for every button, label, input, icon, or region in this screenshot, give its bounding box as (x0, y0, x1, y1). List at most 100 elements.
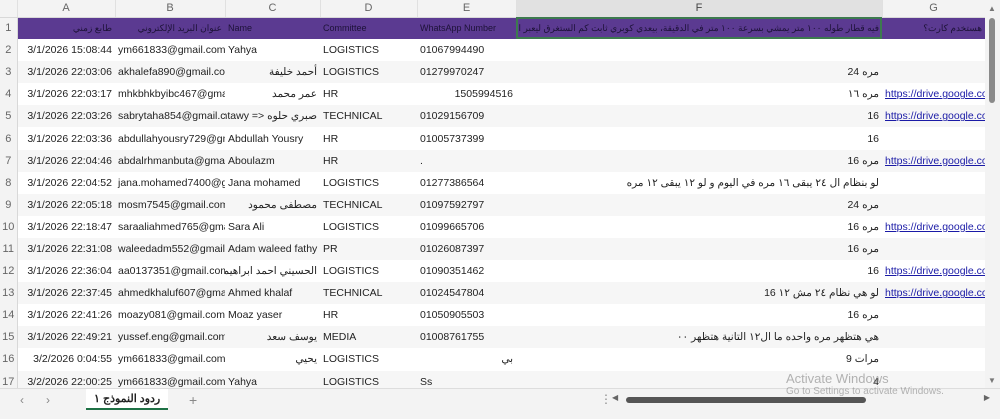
cell-g[interactable] (882, 61, 985, 84)
cell-d[interactable]: LOGISTICS (320, 61, 417, 84)
row-number[interactable]: 5 (0, 105, 18, 128)
cell-g[interactable]: https://drive.google.com (882, 149, 985, 172)
header-cell[interactable]: هستخدم كارت؟ (882, 17, 985, 40)
header-cell[interactable]: عنوان البريد الإلكتروني (115, 17, 225, 40)
cell-g[interactable] (882, 172, 985, 194)
cell-c[interactable]: Jana mohamed (225, 172, 320, 194)
row-number[interactable]: 7 (0, 149, 18, 172)
cell-f[interactable]: 16 (516, 127, 882, 149)
cell-e[interactable]: Ss (417, 370, 516, 388)
scrollbar-thumb[interactable] (626, 397, 866, 403)
cell-a[interactable]: 3/1/2026 22:49:21 (17, 326, 115, 349)
cell-c[interactable]: عمر محمد (225, 83, 320, 105)
column-header-b[interactable]: B (115, 0, 226, 18)
cell-d[interactable]: LOGISTICS (320, 39, 417, 61)
select-all-corner[interactable] (0, 0, 18, 18)
column-header-d[interactable]: D (320, 0, 418, 18)
next-sheet-icon[interactable]: › (46, 393, 50, 407)
cell-f[interactable]: هي هتظهر مره واحده ما ال١٢ التانية هتظهر… (516, 326, 882, 349)
column-header-e[interactable]: E (417, 0, 517, 18)
row-number[interactable]: 11 (0, 237, 18, 261)
cell-c[interactable]: Ahmed khalaf (225, 282, 320, 305)
cell-e[interactable]: 01029156709 (417, 105, 516, 128)
scrollbar-thumb[interactable] (989, 18, 995, 103)
cell-g[interactable]: https://drive.google.com (882, 105, 985, 128)
cell-c[interactable]: Sara Ali (225, 216, 320, 238)
sheet-tab[interactable]: ردود النموذج ١ (86, 389, 169, 410)
drive-link[interactable]: https://drive.google.com (885, 265, 985, 277)
cell-f[interactable]: مره 16 (516, 304, 882, 326)
cell-e[interactable]: 01097592797 (417, 193, 516, 216)
cell-g[interactable] (882, 304, 985, 326)
cell-e[interactable]: . (417, 149, 516, 172)
cell-d[interactable]: LOGISTICS (320, 348, 417, 370)
row-number[interactable]: 15 (0, 326, 18, 349)
spreadsheet-grid[interactable]: ABCDEFG 1 طابع زمني عنوان البريد الإلكترون… (0, 0, 985, 388)
cell-a[interactable]: 3/1/2026 22:31:08 (17, 237, 115, 261)
cell-g[interactable] (882, 193, 985, 216)
cell-d[interactable]: TECHNICAL (320, 105, 417, 128)
scroll-down-icon[interactable]: ▼ (988, 376, 996, 385)
cell-a[interactable]: 3/1/2026 22:03:17 (17, 83, 115, 105)
drive-link[interactable]: https://drive.google.com (885, 155, 985, 167)
cell-f[interactable]: مره ١٦ (516, 83, 882, 105)
cell-d[interactable]: TECHNICAL (320, 193, 417, 216)
cell-c[interactable]: Moaz yaser (225, 304, 320, 326)
cell-f[interactable]: مره 16 (516, 149, 882, 172)
add-sheet-icon[interactable]: + (189, 392, 197, 408)
drive-link[interactable]: https://drive.google.com (885, 110, 985, 122)
cell-f[interactable]: مره 16 (516, 237, 882, 261)
row-number[interactable]: 13 (0, 282, 18, 305)
cell-g[interactable]: https://drive.google.com (882, 83, 985, 105)
row-number[interactable]: 14 (0, 304, 18, 327)
cell-c[interactable]: أحمد خليفة (225, 61, 320, 84)
drive-link[interactable]: https://drive.google.com (885, 287, 985, 299)
row-number[interactable]: 17 (0, 370, 18, 388)
cell-e[interactable]: 01026087397 (417, 237, 516, 261)
cell-f[interactable]: مرات 9 (516, 348, 882, 370)
cell-c[interactable]: مصطفى محمود (225, 193, 320, 216)
cell-e[interactable]: 1505994516 (417, 83, 516, 105)
cell-c[interactable]: Yahya (225, 370, 320, 388)
cell-a[interactable]: 3/1/2026 22:41:26 (17, 304, 115, 326)
cell-e[interactable]: بي (417, 348, 516, 370)
cell-b[interactable]: ym661833@gmail.com (115, 370, 225, 388)
cell-e[interactable]: 01090351462 (417, 260, 516, 282)
cell-g[interactable]: https://drive.google.com (882, 216, 985, 238)
cell-d[interactable]: HR (320, 83, 417, 105)
cell-d[interactable]: LOGISTICS (320, 216, 417, 238)
cell-b[interactable]: moazy081@gmail.com (115, 304, 225, 326)
cell-f[interactable]: مره 16 (516, 216, 882, 238)
cell-f[interactable] (516, 39, 882, 61)
cell-d[interactable]: LOGISTICS (320, 172, 417, 194)
cell-e[interactable]: 01277386564 (417, 172, 516, 194)
vertical-scrollbar[interactable]: ▲ ▼ (985, 0, 1000, 388)
cell-g[interactable]: https://drive.google.com (882, 260, 985, 282)
header-cell[interactable]: فيه قطار طوله ١٠٠ متر يمشي بسرعة ١٠٠ متر… (516, 17, 882, 40)
cell-b[interactable]: saraaliahmed765@gmail. (115, 216, 225, 238)
cell-g[interactable] (882, 237, 985, 261)
row-number[interactable]: 12 (0, 260, 18, 283)
cell-b[interactable]: mhkbhkbyibc467@gmail. (115, 83, 225, 105)
cell-a[interactable]: 3/1/2026 22:36:04 (17, 260, 115, 282)
cell-f[interactable]: مره 24 (516, 61, 882, 84)
cell-b[interactable]: ahmedkhaluf607@gmail.c (115, 282, 225, 305)
cell-g[interactable] (882, 127, 985, 149)
cell-b[interactable]: aa0137351@gmail.com (115, 260, 225, 282)
cell-d[interactable]: TECHNICAL (320, 282, 417, 305)
cell-d[interactable]: LOGISTICS (320, 260, 417, 282)
cell-f[interactable]: لو هي نظام ٢٤ مش ١٢ 16 (516, 282, 882, 305)
cell-b[interactable]: abdullahyousry729@gma (115, 127, 225, 149)
cell-g[interactable] (882, 39, 985, 61)
cell-d[interactable]: MEDIA (320, 326, 417, 349)
cell-a[interactable]: 3/1/2026 22:03:26 (17, 105, 115, 128)
cell-g[interactable] (882, 326, 985, 349)
cell-b[interactable]: abdalrhmanbuta@gmail.c (115, 149, 225, 172)
row-number[interactable]: 1 (0, 17, 18, 40)
cell-b[interactable]: mosm7545@gmail.com (115, 193, 225, 216)
header-cell[interactable]: WhatsApp Number (417, 17, 516, 40)
row-number[interactable]: 2 (0, 39, 18, 62)
row-number[interactable]: 3 (0, 61, 18, 84)
cell-f[interactable]: مره 24 (516, 193, 882, 216)
cell-c[interactable]: Yahya (225, 39, 320, 61)
